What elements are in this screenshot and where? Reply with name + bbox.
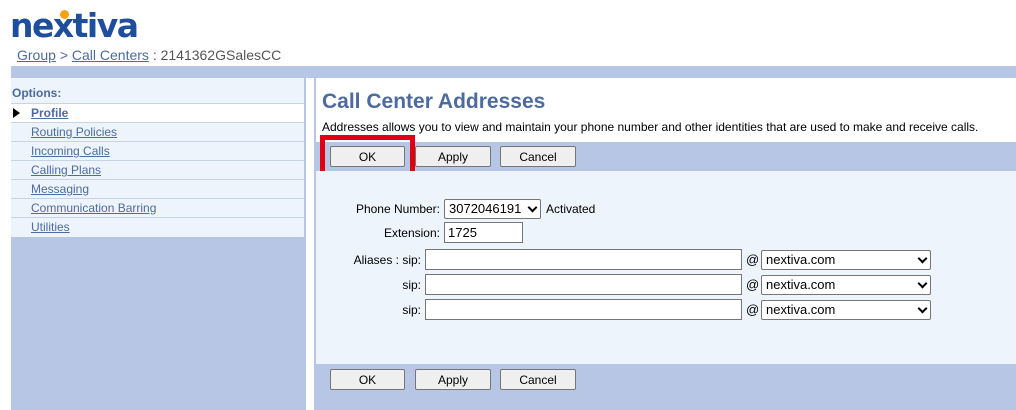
alias-domain-value: nextiva.com [766,277,836,292]
alias-sip-input-1[interactable] [425,249,742,270]
chevron-down-icon [917,303,928,314]
breadcrumb: Group > Call Centers : 2141362GSalesCC [17,47,281,63]
aliases-label: Aliases : sip: [353,253,421,267]
sidebar-item-messaging[interactable]: Messaging [11,179,304,198]
ok-button[interactable]: OK [330,146,405,167]
sip-label: sip: [402,303,421,317]
apply-button-bottom[interactable]: Apply [415,369,491,390]
logo-dot-icon [60,10,69,19]
phone-status: Activated [546,202,596,216]
phone-number-label: Phone Number: [355,202,440,216]
bottom-button-row: OK Apply Cancel [316,364,1016,410]
sidebar-item-label[interactable]: Profile [31,106,68,120]
at-symbol: @ [746,302,760,317]
sidebar-item-routing-policies[interactable]: Routing Policies [11,122,304,141]
at-symbol: @ [746,277,760,292]
options-title: Options: [12,86,62,100]
ok-button-bottom[interactable]: OK [330,369,405,390]
sidebar-item-label[interactable]: Incoming Calls [31,144,110,158]
main-header: Call Center Addresses Addresses allows y… [316,78,1016,142]
sidebar-item-utilities[interactable]: Utilities [11,217,304,236]
cancel-button-bottom[interactable]: Cancel [500,369,576,390]
logo-text: nextiva [10,6,139,45]
breadcrumb-current: : 2141362GSalesCC [152,47,282,63]
at-symbol: @ [746,252,760,267]
cancel-button[interactable]: Cancel [500,146,576,167]
address-form: Phone Number: 3072046191 Activated Exten… [316,171,1016,364]
alias-domain-select-1[interactable]: nextiva.com [761,250,931,270]
sidebar-item-profile[interactable]: Profile [11,103,304,122]
alias-domain-select-2[interactable]: nextiva.com [761,275,931,295]
chevron-down-icon [917,253,928,264]
extension-label: Extension: [383,226,440,240]
alias-domain-value: nextiva.com [766,252,836,267]
apply-button[interactable]: Apply [415,146,491,167]
breadcrumb-call-centers-link[interactable]: Call Centers [72,47,149,63]
chevron-down-icon [917,278,928,289]
sidebar-item-label[interactable]: Routing Policies [31,125,117,139]
sidebar-item-calling-plans[interactable]: Calling Plans [11,160,304,179]
phone-number-select[interactable]: 3072046191 [444,199,541,219]
alias-sip-input-2[interactable] [425,274,742,295]
phone-number-value: 3072046191 [449,201,522,216]
alias-domain-value: nextiva.com [766,302,836,317]
nextiva-logo[interactable]: nextiva [10,6,139,45]
sidebar-item-incoming-calls[interactable]: Incoming Calls [11,141,304,160]
sidebar-item-label[interactable]: Utilities [31,220,70,234]
current-item-arrow-icon [13,108,20,118]
options-box: Options: Profile Routing Policies Incomi… [11,78,304,237]
breadcrumb-group-link[interactable]: Group [17,47,56,63]
top-button-row: OK Apply Cancel [316,135,1016,177]
sidebar-item-communication-barring[interactable]: Communication Barring [11,198,304,217]
page-description: Addresses allows you to view and maintai… [322,120,979,134]
sidebar-item-label[interactable]: Calling Plans [31,163,101,177]
main-panel: Call Center Addresses Addresses allows y… [314,78,1016,410]
sidebar: Options: Profile Routing Policies Incomi… [11,78,306,410]
alias-domain-select-3[interactable]: nextiva.com [761,300,931,320]
alias-sip-input-3[interactable] [425,299,742,320]
top-divider-band [11,66,1016,78]
options-nav: Profile Routing Policies Incoming Calls … [11,103,304,236]
sidebar-item-label[interactable]: Communication Barring [31,201,156,215]
page-title: Call Center Addresses [322,90,546,113]
sidebar-item-label[interactable]: Messaging [31,182,89,196]
extension-input[interactable] [444,222,523,243]
sip-label: sip: [402,278,421,292]
breadcrumb-separator: > [59,47,68,63]
chevron-down-icon [527,202,538,213]
